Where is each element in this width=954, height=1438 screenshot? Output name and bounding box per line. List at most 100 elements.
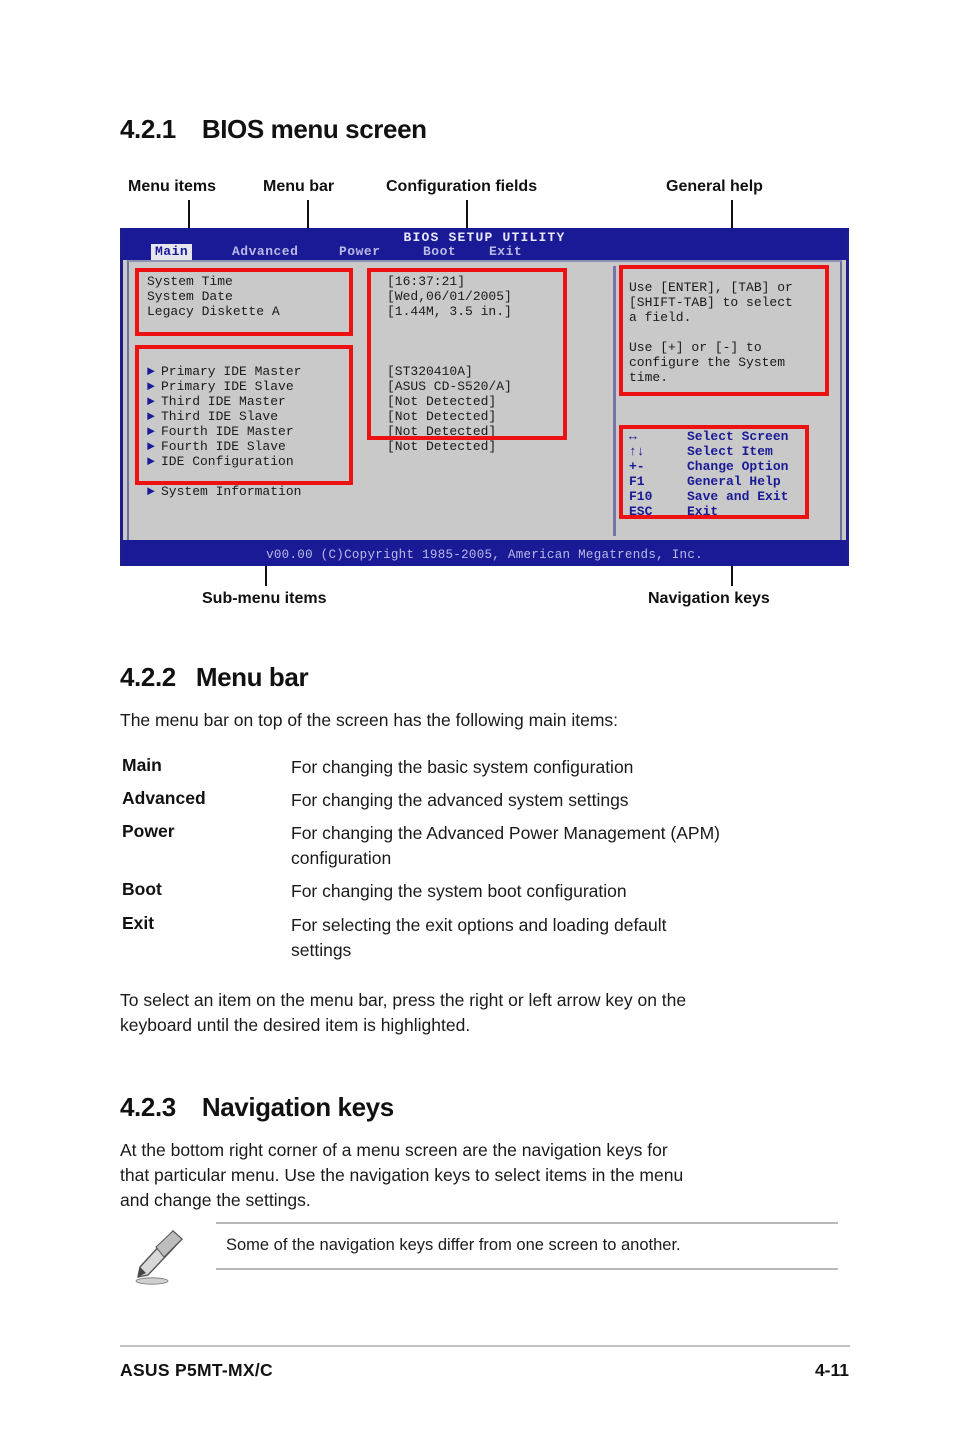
section-heading-422: 4.2.2 Menu bar — [120, 662, 309, 693]
spacer: . — [147, 349, 377, 364]
bios-device-value: [ST320410A] — [387, 364, 473, 379]
spacer: . — [147, 469, 377, 484]
annotation-general-help: General help — [666, 178, 763, 195]
bios-general-help-line: a field. — [629, 310, 692, 325]
section-number-421: 4.2.1 — [120, 114, 176, 144]
note-box: Some of the navigation keys differ from … — [216, 1222, 838, 1270]
menu-term-power: Power — [122, 821, 175, 841]
bios-setup-screenshot: BIOS SETUP UTILITY Main Advanced Power B… — [120, 228, 849, 566]
bios-config-field[interactable]: [Wed,06/01/2005] — [387, 289, 607, 304]
bios-navigation-key-row: F1 General Help — [629, 474, 847, 489]
spacer: . — [147, 334, 377, 349]
bios-tab-boot[interactable]: Boot — [419, 244, 460, 260]
menu-term-main: Main — [122, 755, 162, 775]
bios-submenu-item[interactable]: ► Fourth IDE Master — [147, 424, 377, 439]
menu-term-advanced: Advanced — [122, 788, 206, 808]
bios-general-help-line: time. — [629, 370, 669, 385]
section-title-421: BIOS menu screen — [201, 114, 427, 144]
bios-navigation-key-row: ↔ Select Screen — [629, 429, 847, 444]
bios-device-value: [Not Detected] — [387, 394, 497, 409]
nav-key-esc: ESC — [629, 504, 653, 519]
bios-menu-item[interactable]: Legacy Diskette A — [147, 304, 377, 319]
submenu-arrow-icon: ► — [147, 484, 155, 499]
note-pencil-icon — [135, 1230, 184, 1285]
menu-bar-outro: To select an item on the menu bar, press… — [120, 990, 687, 1035]
submenu-arrow-icon: ► — [147, 394, 155, 409]
nav-key-desc: Change Option — [687, 459, 789, 474]
section-number-422: 4.2.2 — [120, 662, 176, 692]
bios-submenu-item[interactable]: ► Third IDE Master — [147, 394, 377, 409]
submenu-arrow-icon: ► — [147, 364, 155, 379]
menu-desc-main: For changing the basic system configurat… — [291, 757, 634, 777]
nav-key-desc: Select Item — [687, 444, 773, 459]
bios-tab-exit[interactable]: Exit — [485, 244, 526, 260]
bios-submenu-item[interactable]: ► Fourth IDE Slave — [147, 439, 377, 454]
footer-product-name: ASUS P5MT-MX/C — [120, 1360, 273, 1380]
bios-navigation-key-row: ↑↓ Select Item — [629, 444, 847, 459]
bios-menu-item[interactable]: System Time — [147, 274, 377, 289]
bios-utility-title: BIOS SETUP UTILITY — [403, 230, 566, 245]
submenu-arrow-icon: ► — [147, 409, 155, 424]
menu-desc-exit: For selecting the exit options and loadi… — [291, 915, 667, 960]
bios-copyright: v00.00 (C)Copyright 1985-2005, American … — [266, 548, 703, 562]
bios-tab-advanced[interactable]: Advanced — [228, 244, 302, 260]
bios-device-value: [ASUS CD-S520/A] — [387, 379, 512, 394]
menu-term-boot: Boot — [122, 879, 162, 899]
bios-config-field[interactable]: [1.44M, 3.5 in.] — [387, 304, 607, 319]
bios-navigation-key-row: F10 Save and Exit — [629, 489, 847, 504]
annotation-sub-menu-items: Sub-menu items — [202, 590, 327, 607]
submenu-arrow-icon: ► — [147, 379, 155, 394]
bios-device-value: [Not Detected] — [387, 439, 497, 454]
note-bottom-rule — [216, 1268, 838, 1270]
submenu-arrow-icon: ► — [147, 454, 155, 469]
bios-submenu-item[interactable]: ► IDE Configuration — [147, 454, 377, 469]
menu-desc-advanced: For changing the advanced system setting… — [291, 790, 629, 810]
menu-desc-power: For changing the Advanced Power Manageme… — [291, 823, 720, 868]
section-heading-423: 4.2.3 Navigation keys — [120, 1092, 394, 1123]
annotation-navigation-keys: Navigation keys — [648, 590, 770, 607]
section-heading-421: 4.2.1 BIOS menu screen — [120, 114, 427, 145]
spacer: . — [387, 349, 607, 364]
bios-general-help-line: Use [ENTER], [TAB] or — [629, 280, 793, 295]
bios-help-column: Use [ENTER], [TAB] or [SHIFT-TAB] to sel… — [629, 270, 847, 519]
section-title-422: Menu bar — [195, 662, 309, 692]
menu-bar-intro: The menu bar on top of the screen has th… — [120, 710, 619, 730]
bios-tab-main[interactable]: Main — [151, 244, 193, 260]
bios-general-help-line: Use [+] or [-] to — [629, 340, 762, 355]
spacer: . — [147, 319, 377, 334]
bios-submenu-item[interactable]: ► Primary IDE Slave — [147, 379, 377, 394]
note-text: Some of the navigation keys differ from … — [226, 1236, 681, 1254]
annotation-menu-bar: Menu bar — [263, 178, 335, 195]
bios-general-help-line: [SHIFT-TAB] to select — [629, 295, 793, 310]
bios-menu-item[interactable]: System Date — [147, 289, 377, 304]
footer-rule — [120, 1345, 850, 1347]
annotation-configuration-fields: Configuration fields — [386, 178, 538, 195]
nav-key-f1: F1 — [629, 474, 645, 489]
section-number-423: 4.2.3 — [120, 1092, 176, 1122]
bios-body: System Time System Date Legacy Diskette … — [127, 260, 842, 540]
footer-page-number: 4-11 — [814, 1360, 849, 1380]
spacer: . — [387, 319, 607, 334]
bios-config-field[interactable]: [16:37:21] — [387, 274, 607, 289]
submenu-arrow-icon: ► — [147, 424, 155, 439]
bios-general-help-line: configure the System — [629, 355, 786, 370]
bios-device-value: [Not Detected] — [387, 409, 497, 424]
bios-configuration-fields-column: [16:37:21] [Wed,06/01/2005] [1.44M, 3.5 … — [387, 274, 607, 454]
section-title-423: Navigation keys — [201, 1092, 394, 1122]
nav-key-f10: F10 — [629, 489, 653, 504]
spacer: . — [387, 334, 607, 349]
bios-menu-items-column: System Time System Date Legacy Diskette … — [147, 274, 377, 499]
nav-key-desc: Select Screen — [687, 429, 789, 444]
bios-submenu-item-system-information[interactable]: ► System Information — [147, 484, 377, 499]
bios-submenu-item[interactable]: ► Primary IDE Master — [147, 364, 377, 379]
bios-panel-divider — [613, 266, 616, 536]
bios-submenu-item[interactable]: ► Third IDE Slave — [147, 409, 377, 424]
annotation-menu-items: Menu items — [128, 178, 217, 195]
bios-navigation-key-row: ESC Exit — [629, 504, 847, 519]
menu-term-exit: Exit — [122, 913, 155, 933]
bios-tab-power[interactable]: Power — [335, 244, 385, 260]
bios-device-value: [Not Detected] — [387, 424, 497, 439]
nav-key-arrows-horizontal: ↔ — [629, 429, 637, 444]
bios-navigation-key-row: +- Change Option — [629, 459, 847, 474]
bios-menu-bar: Main Advanced Power Boot Exit — [123, 244, 846, 260]
